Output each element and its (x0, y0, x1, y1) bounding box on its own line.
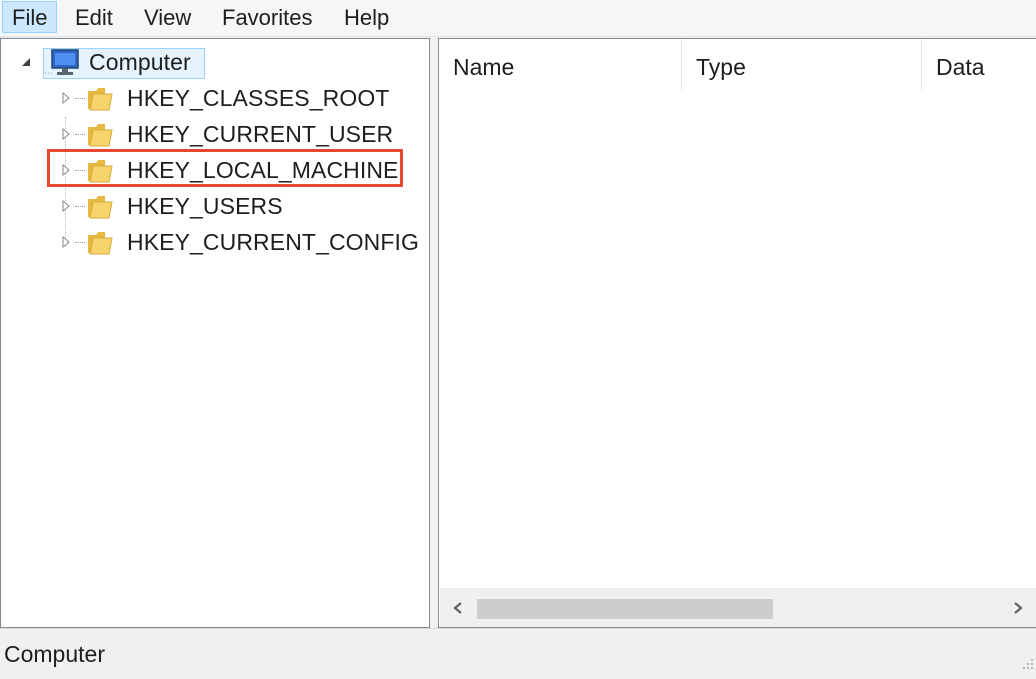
values-list[interactable]: Name Type Data (438, 38, 1036, 628)
scroll-right-icon[interactable] (1000, 589, 1036, 627)
status-path: Computer (4, 641, 105, 667)
tree-label: HKEY_CLASSES_ROOT (127, 85, 390, 111)
computer-icon (43, 47, 81, 77)
column-header-type[interactable]: Type (682, 39, 922, 91)
tree-connector (75, 242, 85, 243)
folder-icon (85, 157, 115, 183)
horizontal-scrollbar[interactable] (440, 588, 1036, 627)
menu-bar: File Edit View Favorites Help (0, 0, 1036, 37)
folder-icon (85, 193, 115, 219)
scroll-left-icon[interactable] (440, 589, 476, 627)
tree-item-hkey-local-machine[interactable]: HKEY_LOCAL_MACHINE (1, 153, 421, 187)
tree-connector (75, 134, 85, 135)
folder-icon (85, 229, 115, 255)
tree-item-hkey-current-config[interactable]: HKEY_CURRENT_CONFIG (1, 225, 421, 259)
menu-favorites[interactable]: Favorites (212, 1, 322, 33)
menu-file[interactable]: File (2, 1, 58, 33)
folder-icon (85, 85, 115, 111)
tree-item-hkey-classes-root[interactable]: HKEY_CLASSES_ROOT (1, 81, 421, 115)
tree-label-computer: Computer (89, 49, 191, 75)
tree-item-computer[interactable]: Computer (1, 45, 421, 79)
tree-label: HKEY_LOCAL_MACHINE (127, 157, 399, 183)
tree-label: HKEY_CURRENT_USER (127, 121, 394, 147)
collapse-arrow-icon[interactable] (19, 55, 33, 69)
tree-item-hkey-users[interactable]: HKEY_USERS (1, 189, 421, 223)
column-header-name[interactable]: Name (439, 39, 682, 91)
tree-label: HKEY_CURRENT_CONFIG (127, 229, 419, 255)
scrollbar-thumb[interactable] (477, 599, 773, 619)
menu-view[interactable]: View (134, 1, 201, 33)
menu-help[interactable]: Help (334, 1, 399, 33)
tree-connector (75, 206, 85, 207)
resize-grip-icon[interactable] (1020, 656, 1034, 670)
expand-arrow-icon[interactable] (59, 199, 73, 213)
status-bar: Computer (0, 628, 1036, 672)
folder-icon (85, 121, 115, 147)
column-header-data[interactable]: Data (922, 39, 1036, 91)
expand-arrow-icon[interactable] (59, 163, 73, 177)
tree-label: HKEY_USERS (127, 193, 283, 219)
expand-arrow-icon[interactable] (59, 91, 73, 105)
menu-edit[interactable]: Edit (65, 1, 123, 33)
tree-connector (75, 170, 85, 171)
expand-arrow-icon[interactable] (59, 127, 73, 141)
registry-tree[interactable]: Computer HKEY_CLASSES_ROOT HKEY_CURRENT_… (0, 38, 430, 628)
expand-arrow-icon[interactable] (59, 235, 73, 249)
tree-item-hkey-current-user[interactable]: HKEY_CURRENT_USER (1, 117, 421, 151)
tree-connector (75, 98, 85, 99)
